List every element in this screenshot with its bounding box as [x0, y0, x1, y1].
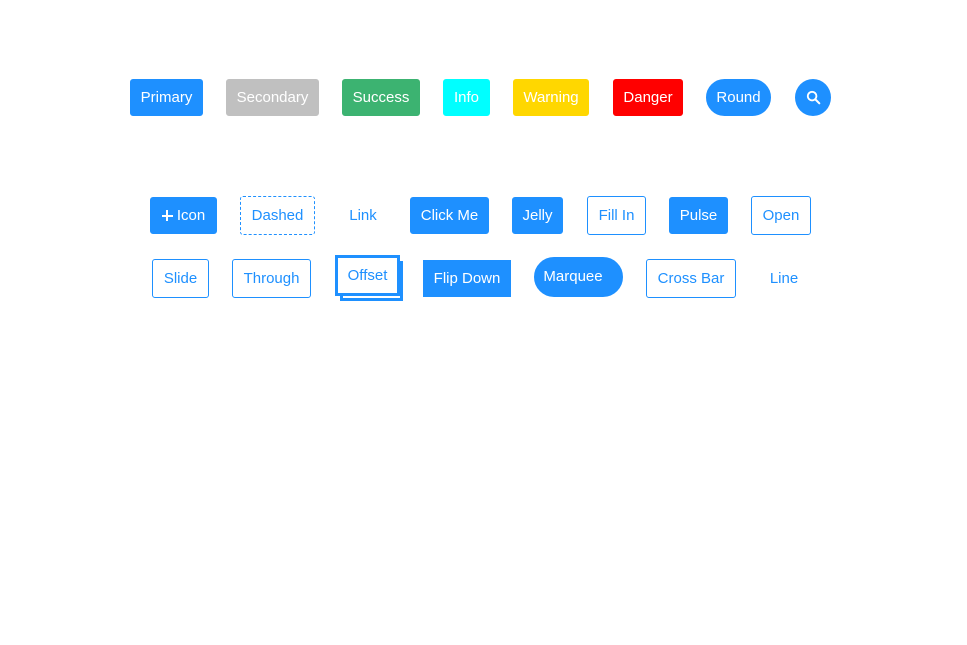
click-me-button[interactable]: Click Me	[410, 197, 489, 234]
round-button[interactable]: Round	[706, 79, 771, 116]
flip-down-button[interactable]: Flip Down	[423, 260, 511, 297]
primary-button[interactable]: Primary	[130, 79, 203, 116]
plus-icon	[161, 210, 173, 221]
open-button[interactable]: Open	[751, 196, 811, 235]
icon-button-label: Icon	[176, 207, 206, 224]
line-button[interactable]: Line	[756, 259, 812, 298]
info-button[interactable]: Info	[443, 79, 490, 116]
through-button[interactable]: Through	[232, 259, 311, 298]
warning-button[interactable]: Warning	[513, 79, 589, 116]
marquee-button[interactable]: Marquee	[534, 257, 623, 297]
dashed-button[interactable]: Dashed	[240, 196, 315, 235]
success-button[interactable]: Success	[342, 79, 420, 116]
secondary-button[interactable]: Secondary	[226, 79, 319, 116]
search-button[interactable]	[795, 79, 831, 116]
button-showcase: Primary Secondary Success Info Warning D…	[0, 0, 967, 645]
jelly-button[interactable]: Jelly	[512, 197, 563, 234]
icon-button[interactable]: Icon	[150, 197, 217, 234]
search-icon	[806, 90, 820, 105]
slide-button[interactable]: Slide	[152, 259, 209, 298]
cross-bar-button[interactable]: Cross Bar	[646, 259, 736, 298]
pulse-button[interactable]: Pulse	[669, 197, 728, 234]
offset-button-label: Offset	[335, 255, 400, 296]
fill-in-button[interactable]: Fill In	[587, 196, 646, 235]
link-button[interactable]: Link	[336, 197, 390, 234]
offset-button[interactable]: Offset	[335, 255, 403, 301]
danger-button[interactable]: Danger	[613, 79, 683, 116]
